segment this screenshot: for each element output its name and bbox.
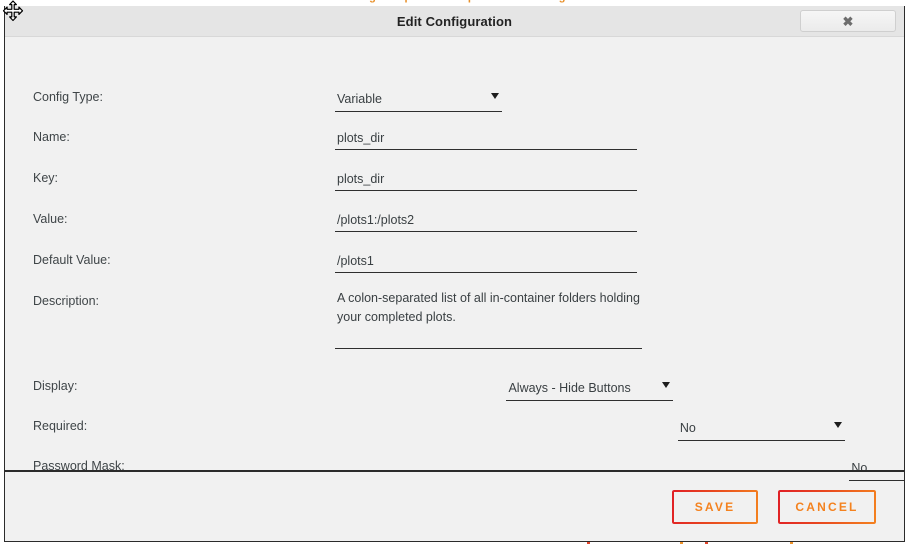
dialog-title-bar[interactable]: Edit Configuration ✖: [5, 6, 904, 37]
cancel-button[interactable]: CANCEL: [778, 489, 876, 524]
edit-configuration-dialog: Edit Configuration ✖ Config Type: Variab…: [4, 6, 905, 542]
save-button[interactable]: SAVE: [672, 489, 758, 524]
display-select-wrap: Always - Hide Buttons: [506, 379, 674, 401]
label-description: Description:: [33, 294, 99, 308]
dialog-form: Config Type: Variable Name: Key: Value: …: [5, 37, 904, 481]
dialog-footer: SAVE CANCEL: [5, 470, 904, 541]
label-value: Value:: [33, 212, 68, 226]
name-input[interactable]: [335, 130, 637, 150]
label-key: Key:: [33, 171, 59, 185]
description-field-wrap: A colon-separated list of all in-contain…: [335, 289, 642, 354]
required-select-wrap: No: [677, 419, 845, 441]
close-button[interactable]: ✖: [800, 10, 896, 32]
description-textarea[interactable]: A colon-separated list of all in-contain…: [335, 289, 642, 349]
background-clipped-heading: Using completed PID plots for training: [0, 0, 909, 3]
key-input[interactable]: [335, 171, 637, 191]
close-icon: ✖: [842, 13, 854, 29]
label-display: Display:: [33, 379, 78, 393]
label-name: Name:: [33, 130, 70, 144]
label-config-type: Config Type:: [33, 90, 103, 104]
display-select[interactable]: Always - Hide Buttons: [506, 380, 674, 401]
label-required: Required:: [33, 419, 88, 433]
required-select[interactable]: No: [677, 420, 845, 441]
label-default-value: Default Value:: [33, 253, 111, 267]
config-type-select-wrap: Variable: [335, 90, 502, 112]
default-value-input[interactable]: [335, 253, 637, 273]
value-input[interactable]: [335, 212, 637, 232]
config-type-select[interactable]: Variable: [335, 91, 502, 112]
dialog-title: Edit Configuration: [396, 13, 513, 29]
